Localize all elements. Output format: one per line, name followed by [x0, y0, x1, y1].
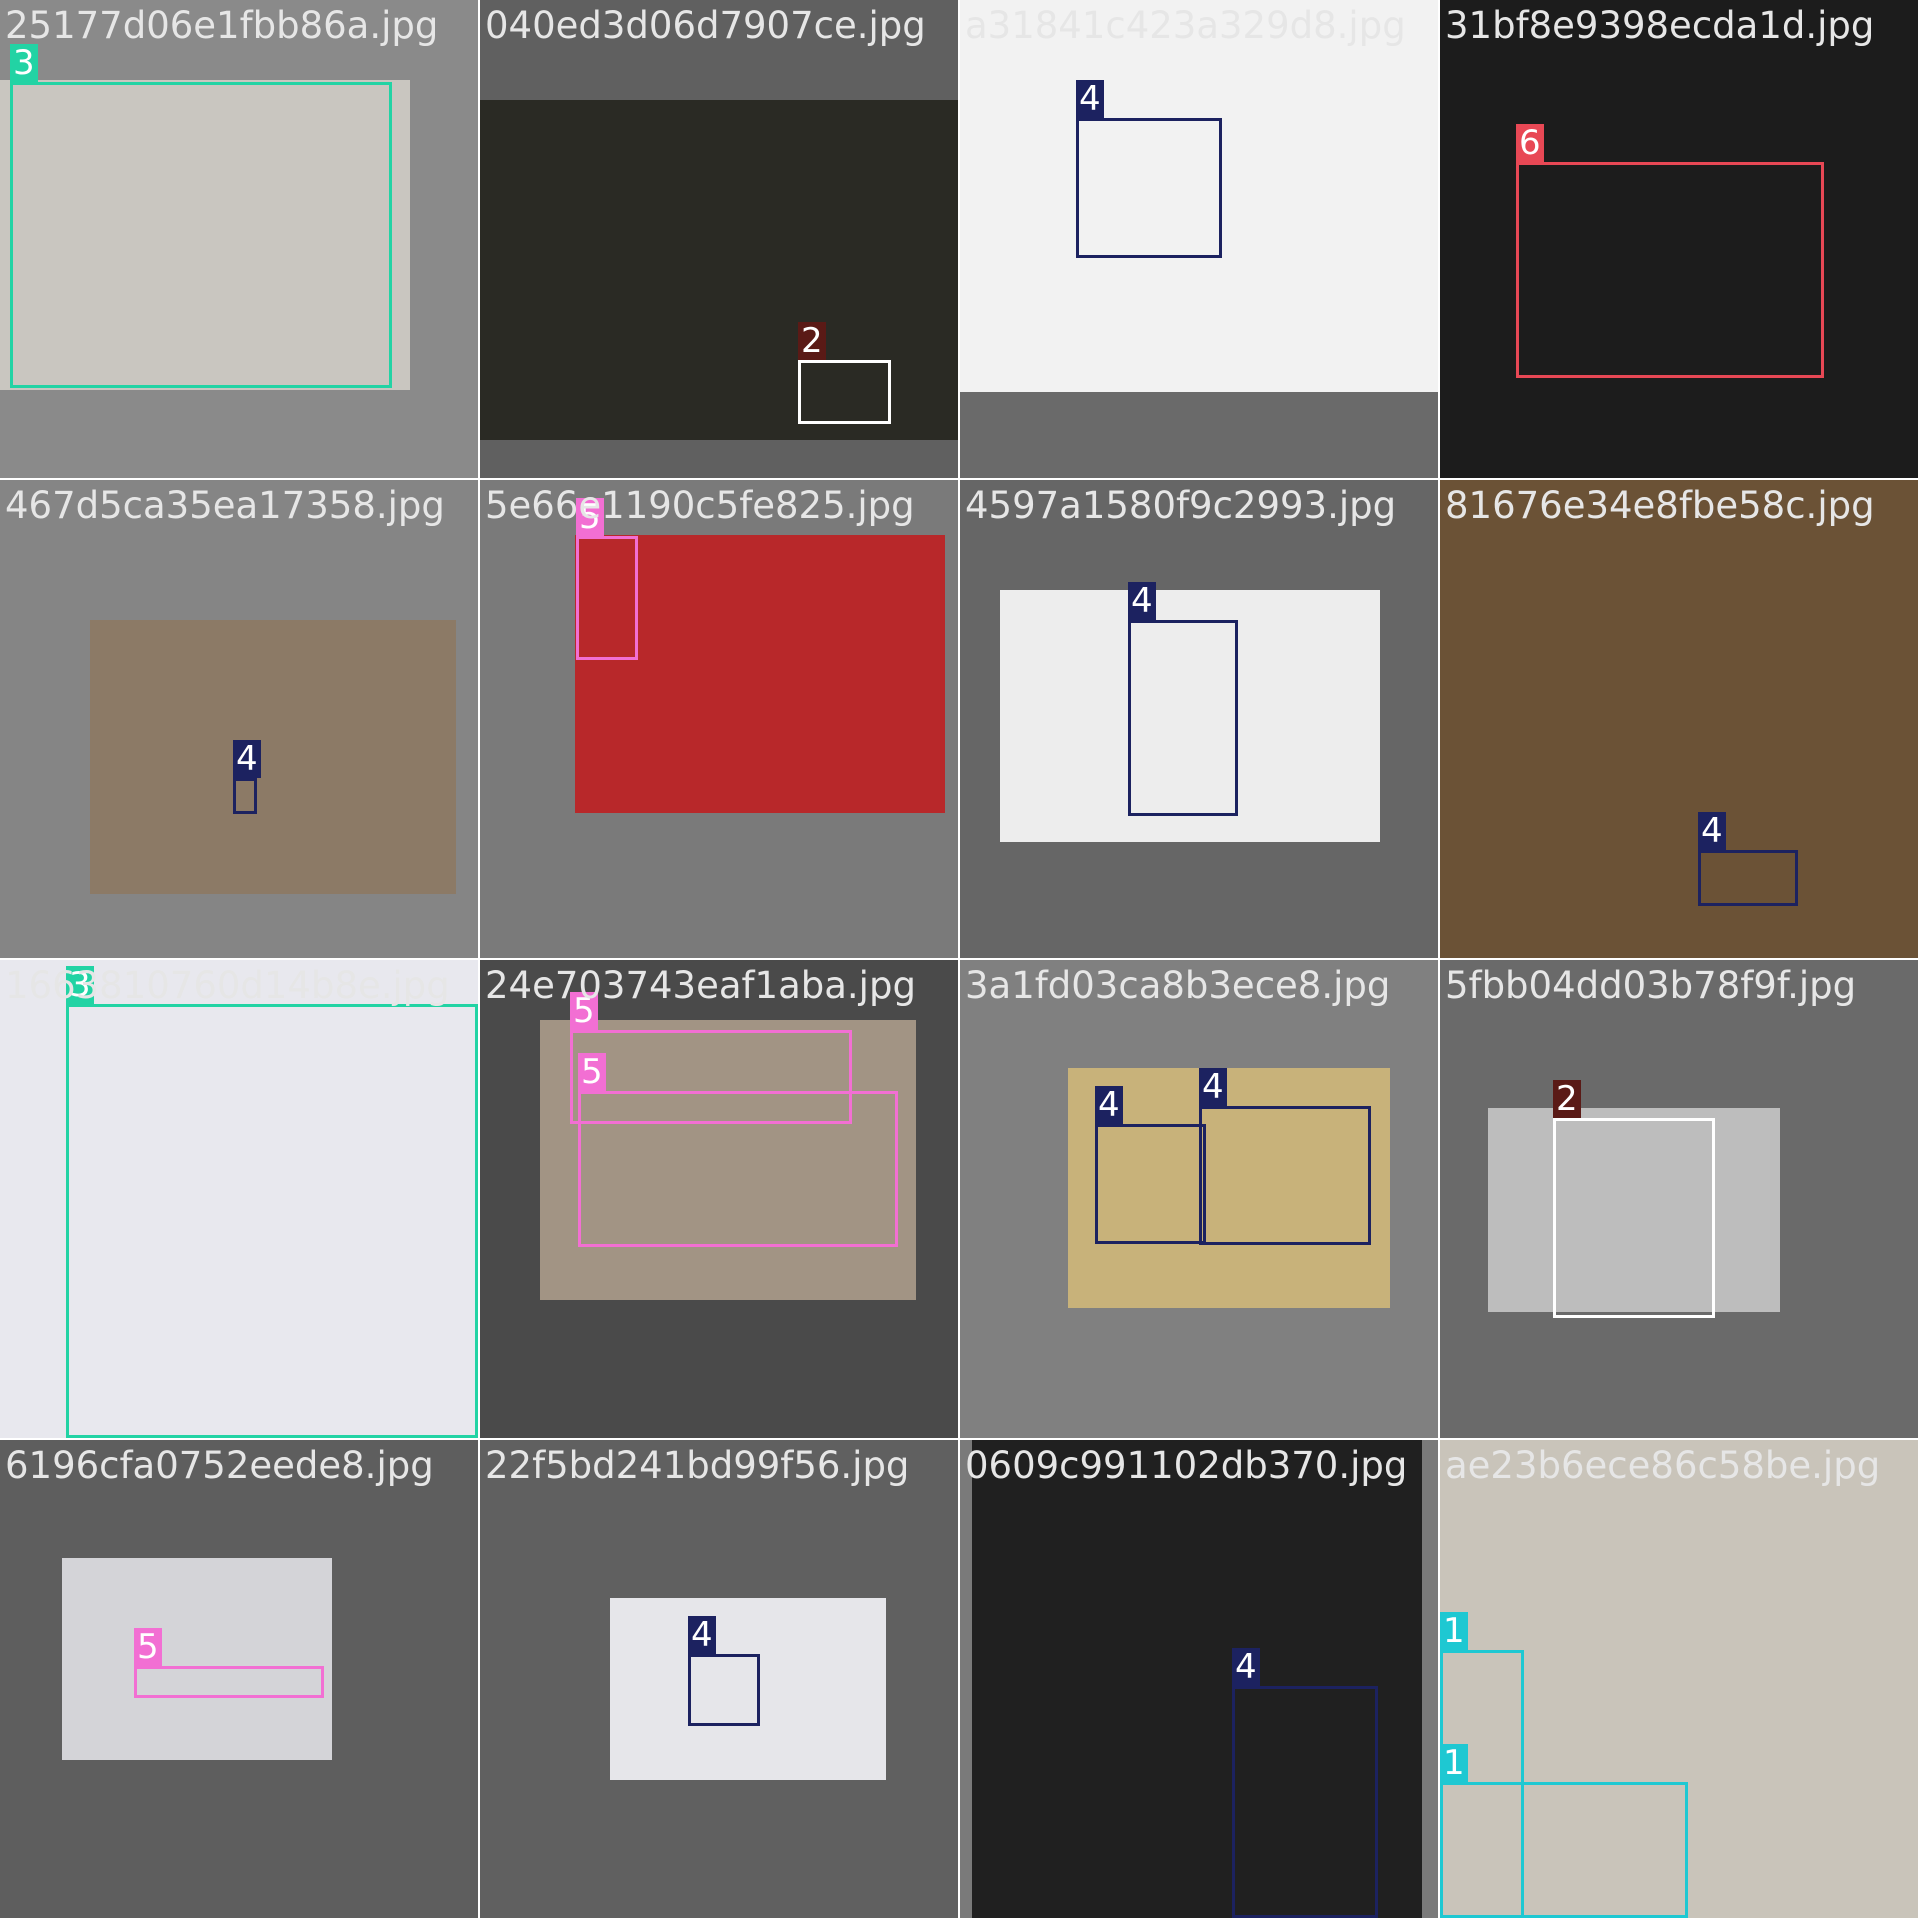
- bounding-box: [576, 536, 638, 660]
- box-class-label: 4: [688, 1616, 716, 1654]
- bounding-box: [1076, 118, 1222, 258]
- tile-filename: 5fbb04dd03b78f9f.jpg: [1445, 964, 1857, 1007]
- tile-filename: 0609c991102db370.jpg: [965, 1444, 1408, 1487]
- bounding-box: [1516, 162, 1824, 378]
- tile-filename: 81676e34e8fbe58c.jpg: [1445, 484, 1875, 527]
- tile-photo: [1440, 480, 1918, 958]
- image-tile: 25177d06e1fbb86a.jpg 3: [0, 0, 478, 478]
- box-class-label: 4: [1076, 80, 1104, 118]
- tile-filename: ae23b6ece86c58be.jpg: [1445, 1444, 1881, 1487]
- image-tile: 81676e34e8fbe58c.jpg 4: [1440, 480, 1918, 958]
- image-tile: 24e703743eaf1aba.jpg 5 5: [480, 960, 958, 1438]
- box-class-label: 1: [1440, 1612, 1468, 1650]
- tile-photo: [90, 620, 456, 894]
- box-class-label: 4: [1698, 812, 1726, 850]
- bounding-box: [578, 1091, 898, 1247]
- tile-filename: 31bf8e9398ecda1d.jpg: [1445, 4, 1875, 47]
- box-class-label: 6: [1516, 124, 1544, 162]
- image-tile: 31bf8e9398ecda1d.jpg 6: [1440, 0, 1918, 478]
- box-class-label: 2: [1553, 1080, 1581, 1118]
- tile-filename: 3a1fd03ca8b3ece8.jpg: [965, 964, 1391, 1007]
- tile-filename: 4597a1580f9c2993.jpg: [965, 484, 1397, 527]
- box-class-label: 4: [1095, 1086, 1123, 1124]
- image-tile: ae23b6ece86c58be.jpg 1 1: [1440, 1440, 1918, 1918]
- image-tile: 6196cfa0752eede8.jpg 5: [0, 1440, 478, 1918]
- box-class-label: 4: [1128, 582, 1156, 620]
- tile-filename: 1663810760d14b8e.jpg: [5, 964, 450, 1007]
- tile-filename: 467d5ca35ea17358.jpg: [5, 484, 445, 527]
- box-class-label: 5: [578, 1053, 606, 1091]
- image-tile: 4597a1580f9c2993.jpg 4: [960, 480, 1438, 958]
- tile-filename: 24e703743eaf1aba.jpg: [485, 964, 916, 1007]
- bounding-box: [233, 778, 257, 814]
- bounding-box: [66, 1004, 478, 1438]
- bounding-box: [688, 1654, 760, 1726]
- bounding-box: [10, 82, 392, 388]
- box-class-label: 4: [233, 740, 261, 778]
- tile-filename: 25177d06e1fbb86a.jpg: [5, 4, 439, 47]
- box-class-label: 3: [10, 44, 38, 82]
- box-class-label: 1: [1440, 1744, 1468, 1782]
- tile-filename: 040ed3d06d7907ce.jpg: [485, 4, 926, 47]
- bounding-box: [1553, 1118, 1715, 1318]
- bounding-box: [1698, 850, 1798, 906]
- tile-filename: 5e66e1190c5fe825.jpg: [485, 484, 915, 527]
- bounding-box: [798, 360, 891, 424]
- image-tile: 040ed3d06d7907ce.jpg 2: [480, 0, 958, 478]
- bounding-box: [134, 1666, 324, 1698]
- image-tile: 3a1fd03ca8b3ece8.jpg 4 4: [960, 960, 1438, 1438]
- bounding-box: [1095, 1124, 1206, 1244]
- image-tile: 5fbb04dd03b78f9f.jpg 2: [1440, 960, 1918, 1438]
- box-class-label: 4: [1199, 1068, 1227, 1106]
- tile-filename: 6196cfa0752eede8.jpg: [5, 1444, 434, 1487]
- mosaic-grid: 25177d06e1fbb86a.jpg 3 040ed3d06d7907ce.jp…: [0, 0, 1920, 1920]
- tile-filename: a31841c423a329d8.jpg: [965, 4, 1406, 47]
- image-tile: a31841c423a329d8.jpg 4: [960, 0, 1438, 478]
- box-class-label: 5: [134, 1628, 162, 1666]
- image-tile: 1663810760d14b8e.jpg 3: [0, 960, 478, 1438]
- bounding-box: [1440, 1782, 1688, 1918]
- box-class-label: 4: [1232, 1648, 1260, 1686]
- tile-filename: 22f5bd241bd99f56.jpg: [485, 1444, 910, 1487]
- image-tile: 467d5ca35ea17358.jpg 4: [0, 480, 478, 958]
- image-tile: 22f5bd241bd99f56.jpg 4: [480, 1440, 958, 1918]
- bounding-box: [1199, 1106, 1371, 1245]
- box-class-label: 2: [798, 322, 826, 360]
- image-tile: 5e66e1190c5fe825.jpg 5: [480, 480, 958, 958]
- image-tile: 0609c991102db370.jpg 4: [960, 1440, 1438, 1918]
- tile-photo: [62, 1558, 332, 1760]
- bounding-box: [1232, 1686, 1378, 1918]
- bounding-box: [1128, 620, 1238, 816]
